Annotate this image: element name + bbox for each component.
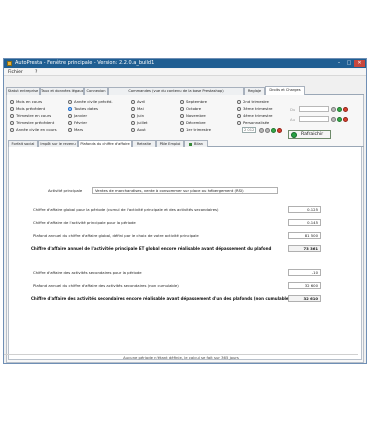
title-bar[interactable]: AutoPresta - Fenêtre principale - Versio… bbox=[4, 59, 366, 68]
radio-annee-en-cours[interactable]: Année civile en cours bbox=[10, 127, 57, 132]
radio-mai[interactable]: Mai bbox=[131, 106, 144, 111]
au-label: Au bbox=[290, 117, 296, 122]
date-au-field[interactable] bbox=[299, 116, 329, 122]
minimize-button[interactable]: – bbox=[334, 60, 344, 67]
radio-septembre[interactable]: Septembre bbox=[180, 99, 207, 104]
tab-connexion[interactable]: Connexion bbox=[84, 87, 108, 95]
menu-fichier[interactable]: Fichier bbox=[8, 70, 23, 75]
tab-droits-charges[interactable]: Droits et Charges bbox=[265, 86, 305, 95]
ca-principale-label: Chiffre d'affaire de l'activité principa… bbox=[33, 220, 136, 225]
plafond-secondaires-label: Plafond annuel du chiffre d'affaire des … bbox=[33, 283, 179, 288]
radio-personnalisee[interactable]: Personnalisée bbox=[237, 120, 269, 125]
subtab-plafonds[interactable]: Plafonds du chiffre d'affaire bbox=[78, 140, 132, 147]
radio-mois-en-cours[interactable]: Mois en cours bbox=[10, 99, 42, 104]
radio-janvier[interactable]: Janvier bbox=[68, 113, 87, 118]
refresh-label: Rafraichir bbox=[301, 132, 324, 137]
radio-1er-trimestre[interactable]: 1er trimestre bbox=[180, 127, 211, 132]
radio-octobre[interactable]: Octobre bbox=[180, 106, 201, 111]
app-icon bbox=[7, 61, 12, 66]
sub-tabs: Forfait social Impôt sur le revenu Plafo… bbox=[8, 140, 364, 147]
date-du-field[interactable] bbox=[299, 106, 329, 112]
au-ok-icon[interactable] bbox=[337, 116, 342, 122]
radio-mars[interactable]: Mars bbox=[68, 127, 83, 132]
radio-aout[interactable]: Aout bbox=[131, 127, 146, 132]
au-calendar-icon[interactable] bbox=[331, 116, 336, 122]
plafonds-panel bbox=[8, 147, 362, 360]
menu-bar: Fichier ? bbox=[4, 69, 366, 76]
activite-principale-field[interactable]: Ventes de marchandises, vente à consomme… bbox=[92, 187, 278, 194]
du-ok-icon[interactable] bbox=[337, 106, 342, 112]
plafond-global-value: 81 500 bbox=[288, 232, 321, 239]
refresh-icon bbox=[291, 132, 297, 138]
year-clear-icon[interactable] bbox=[277, 127, 282, 133]
ca-realisable-label: Chiffre d'affaire annuel de l'activitée … bbox=[31, 246, 272, 251]
du-clear-icon[interactable] bbox=[343, 106, 348, 112]
subtab-bilan[interactable]: Bilan bbox=[184, 140, 208, 147]
radio-juin[interactable]: Juin bbox=[131, 113, 144, 118]
status-bar: Aucune période n'étant définie, le calcu… bbox=[4, 354, 358, 361]
menu-help[interactable]: ? bbox=[35, 70, 37, 75]
radio-annee-precedente[interactable]: Année civile précéd. bbox=[68, 99, 113, 104]
radio-decembre[interactable]: Décembre bbox=[180, 120, 206, 125]
radio-juillet[interactable]: Juillet bbox=[131, 120, 148, 125]
ca-principale-value: 0.145 bbox=[288, 219, 321, 226]
year-next-icon[interactable] bbox=[265, 127, 270, 133]
radio-fevrier[interactable]: Février bbox=[68, 120, 87, 125]
year-spinner[interactable]: 2 012 bbox=[242, 127, 256, 133]
year-prev-icon[interactable] bbox=[259, 127, 264, 133]
secondaires-realisable-label: Chiffre d'affaire des activités secondai… bbox=[31, 296, 291, 301]
close-button[interactable]: ✕ bbox=[354, 60, 365, 67]
radio-3eme-trimestre[interactable]: 3ème trimestre bbox=[237, 106, 272, 111]
year-ok-icon[interactable] bbox=[271, 127, 276, 133]
tab-commandes[interactable]: Commandes (vue du contenu de la base Pre… bbox=[108, 87, 244, 95]
plafond-secondaires-value: 32 600 bbox=[288, 282, 321, 289]
plafond-global-label: Plafond annuel du chiffre d'affaire glob… bbox=[33, 233, 199, 238]
tab-reglaje[interactable]: Reglaje bbox=[244, 87, 265, 95]
ca-realisable-value: 73 361 bbox=[288, 245, 321, 252]
radio-novembre[interactable]: Novembre bbox=[180, 113, 206, 118]
radio-mois-precedent[interactable]: Mois précédent bbox=[10, 106, 45, 111]
subtab-retraite[interactable]: Retraite bbox=[132, 140, 156, 147]
radio-avril[interactable]: Avril bbox=[131, 99, 145, 104]
subtab-impot-revenu[interactable]: Impôt sur le revenu bbox=[38, 140, 78, 147]
radio-2nd-trimestre[interactable]: 2nd trimestre bbox=[237, 99, 269, 104]
du-calendar-icon[interactable] bbox=[331, 106, 336, 112]
ca-secondaires-value: -10 bbox=[288, 269, 321, 276]
subtab-pole-emploi[interactable]: Pôle Emploi bbox=[156, 140, 184, 147]
subtab-forfait-social[interactable]: Forfait social bbox=[8, 140, 38, 147]
maximize-button[interactable]: □ bbox=[344, 60, 354, 67]
radio-trimestre-precedent[interactable]: Trimestre précédent bbox=[10, 120, 54, 125]
ca-global-value: 0.125 bbox=[288, 206, 321, 213]
main-tabs: Statut entreprise Taux et données légaux… bbox=[6, 86, 364, 95]
radio-4eme-trimestre[interactable]: 4ème trimestre bbox=[237, 113, 272, 118]
tab-taux-legaux[interactable]: Taux et données légaux bbox=[40, 87, 84, 95]
secondaires-realisable-value: 32 610 bbox=[288, 295, 321, 302]
activite-principale-label: Activité principale bbox=[48, 188, 83, 193]
radio-trimestre-en-cours[interactable]: Trimestre en cours bbox=[10, 113, 51, 118]
ca-secondaires-label: Chiffre d'affaire des activités secondai… bbox=[33, 270, 142, 275]
radio-toutes-dates[interactable]: Toutes dates bbox=[68, 106, 98, 111]
bilan-icon bbox=[189, 142, 193, 146]
refresh-button[interactable]: Rafraichir bbox=[288, 130, 331, 139]
tab-statut-entreprise[interactable]: Statut entreprise bbox=[6, 87, 40, 95]
au-clear-icon[interactable] bbox=[343, 116, 348, 122]
ca-global-label: Chiffre d'affaire global pour la période… bbox=[33, 207, 219, 212]
window-title: AutoPresta - Fenêtre principale - Versio… bbox=[15, 60, 155, 66]
du-label: Du bbox=[290, 107, 296, 112]
